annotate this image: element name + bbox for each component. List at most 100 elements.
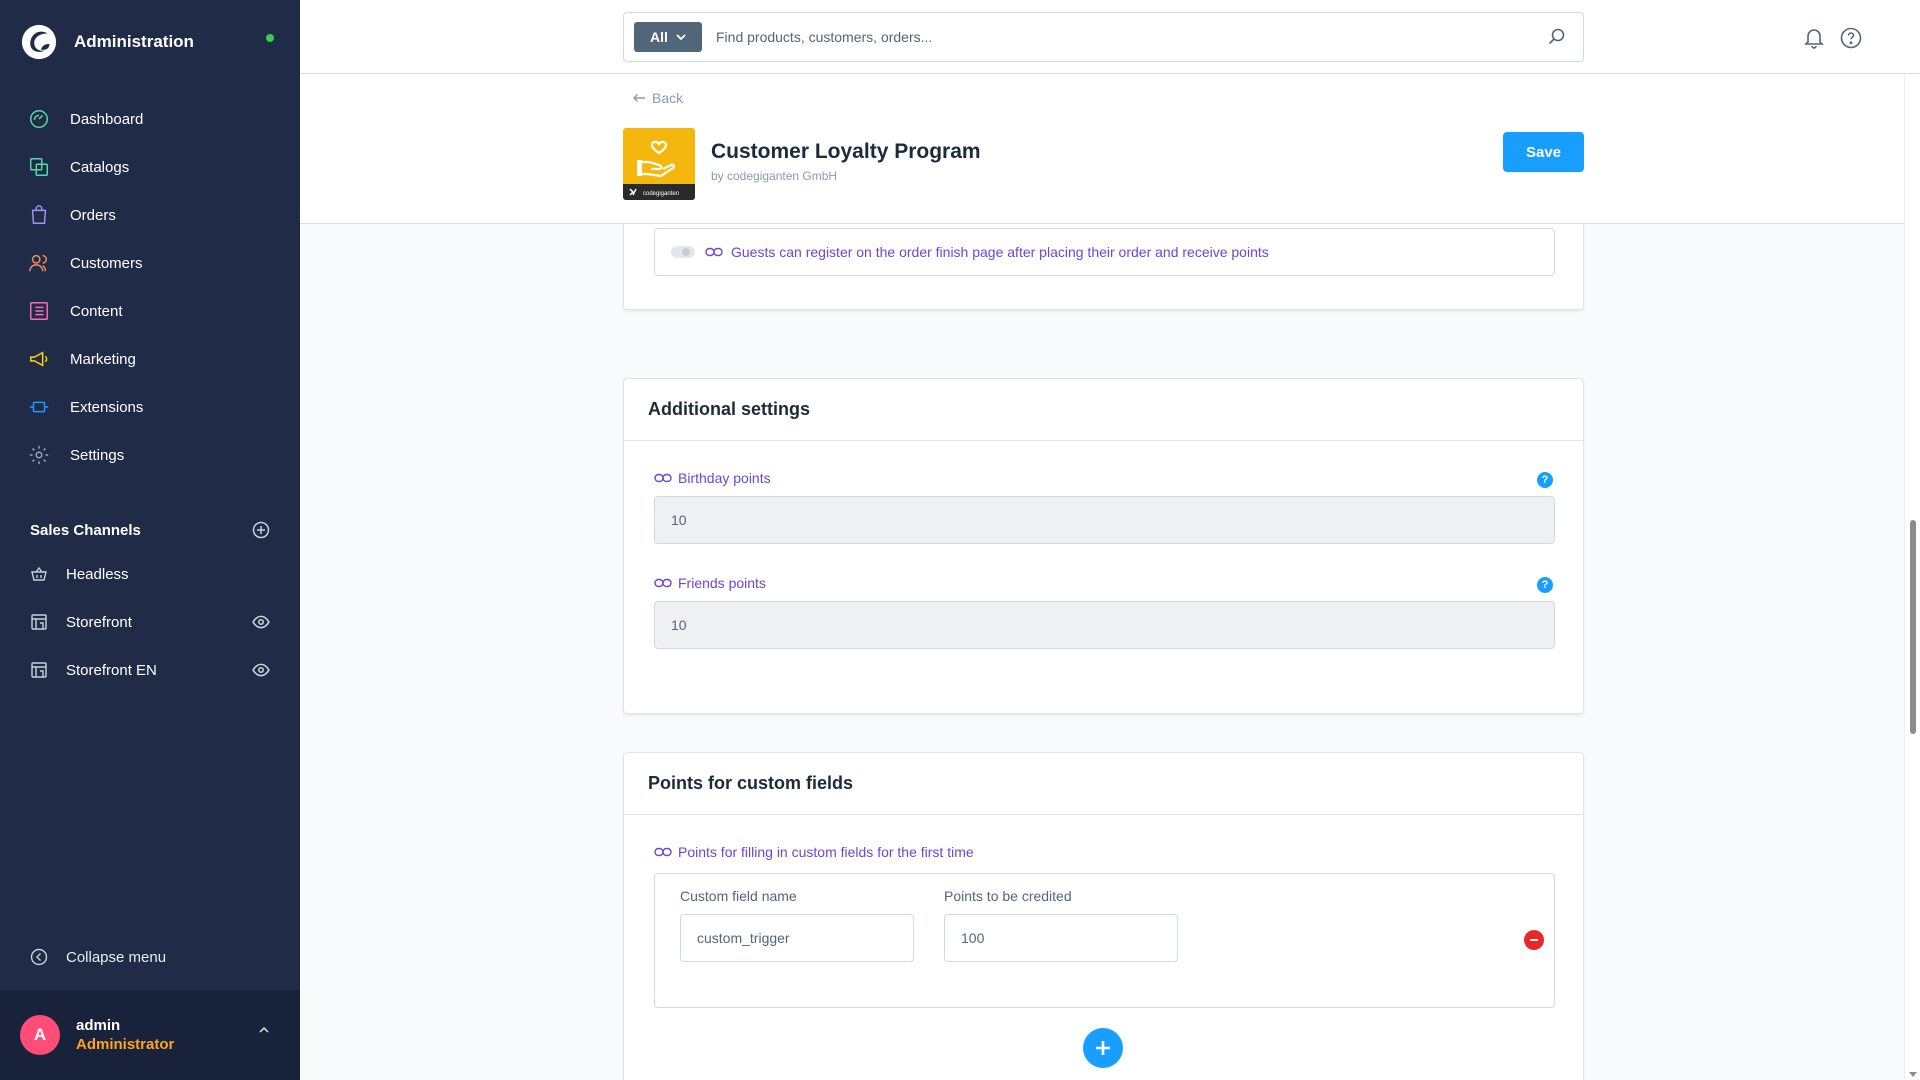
orders-icon [31,205,47,224]
main-nav: Dashboard Catalogs Orders Customers Cont… [0,95,300,479]
remove-row-button[interactable] [1524,930,1544,950]
dashboard-icon [30,110,48,128]
basket-icon [31,566,47,581]
catalog-icon [30,158,48,176]
birthday-points-help-icon[interactable]: ? [1537,472,1553,488]
search-input[interactable] [716,29,1547,45]
custom-fields-title: Points for custom fields [624,753,1583,815]
nav-label: Customers [70,254,143,272]
nav-label: Content [70,302,123,320]
back-link[interactable]: Back [632,90,683,106]
eye-icon[interactable] [252,661,270,679]
points-credited-input[interactable] [944,914,1178,962]
customers-icon [29,254,48,272]
chevron-up-icon[interactable] [258,1026,270,1034]
link-icon [654,578,672,588]
extensions-icon [29,401,49,413]
nav-label: Extensions [70,398,144,416]
help-icon[interactable] [1840,27,1862,49]
scrollbar-thumb[interactable] [1910,520,1916,734]
loyalty-hand-heart-icon: codegiganten [623,128,695,200]
shopware-logo-icon[interactable] [20,23,58,61]
global-search: All [623,12,1584,62]
guest-registration-label: Guests can register on the order finish … [731,244,1269,260]
friends-points-input[interactable] [654,601,1555,649]
guest-registration-label-wrap: Guests can register on the order finish … [705,244,1269,260]
additional-settings-title: Additional settings [624,379,1583,441]
sales-channel-storefront-en[interactable]: Storefront EN [0,646,300,694]
search-type-dropdown[interactable]: All [634,22,702,52]
chevron-left-circle-icon [30,948,48,966]
main-content: Guests can register on the order finish … [300,224,1904,1080]
sales-channel-label: Storefront [66,613,132,631]
guest-registration-setting: Guests can register on the order finish … [654,228,1555,276]
custom-fields-card: Points for custom fields Points for fill… [623,752,1584,1080]
custom-field-name-label: Custom field name [680,888,797,904]
sales-channels-header: Sales Channels [30,516,270,544]
add-row-button[interactable] [1083,1028,1123,1068]
nav-item-content[interactable]: Content [0,287,300,335]
nav-item-settings[interactable]: Settings [0,431,300,479]
search-icon[interactable] [1547,27,1567,47]
nav-item-extensions[interactable]: Extensions [0,383,300,431]
nav-item-catalogs[interactable]: Catalogs [0,143,300,191]
search-type-label: All [650,29,668,45]
sales-channel-headless[interactable]: Headless [0,550,300,598]
user-info: admin Administrator [76,1017,174,1053]
additional-settings-card: Additional settings Birthday points ? Fr… [623,378,1584,714]
nav-label: Settings [70,446,125,464]
points-credited-label: Points to be credited [944,888,1072,904]
online-status-dot [266,34,274,42]
link-icon [654,847,672,857]
marketing-icon [30,351,48,367]
user-menu[interactable]: A admin Administrator [0,990,300,1080]
custom-fields-label-wrap: Points for filling in custom fields for … [654,844,974,860]
minus-icon [1530,939,1538,941]
nav-item-dashboard[interactable]: Dashboard [0,95,300,143]
sales-channel-label: Headless [66,565,129,583]
sales-channel-list: Headless Storefront Storefront EN [0,550,300,694]
sales-channels-title: Sales Channels [30,521,141,539]
sidebar: Administration Dashboard Catalogs Orders… [0,0,300,1080]
sales-channel-storefront[interactable]: Storefront [0,598,300,646]
avatar: A [20,1015,60,1055]
user-name: admin [76,1017,121,1034]
sales-channel-label: Storefront EN [66,661,157,679]
arrow-left-icon [633,94,645,102]
birthday-points-label: Birthday points [678,470,771,486]
nav-item-orders[interactable]: Orders [0,191,300,239]
app-vendor: by codegiganten GmbH [711,169,838,183]
nav-label: Catalogs [70,158,130,176]
friends-points-label: Friends points [678,575,766,591]
custom-field-name-input[interactable] [680,914,914,962]
guest-registration-card: Guests can register on the order finish … [623,224,1584,310]
link-icon [654,473,672,483]
custom-fields-label: Points for filling in custom fields for … [678,844,974,860]
nav-label: Orders [70,206,116,224]
settings-icon [29,445,49,465]
collapse-menu-button[interactable]: Collapse menu [30,944,166,970]
chevron-down-icon [676,33,686,40]
user-role: Administrator [76,1036,175,1053]
friends-points-label-wrap: Friends points [654,575,766,591]
add-sales-channel-icon[interactable] [252,521,270,539]
top-bar: All [300,0,1920,74]
app-logo: codegiganten [623,128,695,200]
birthday-points-label-wrap: Birthday points [654,470,771,486]
save-button[interactable]: Save [1503,132,1584,172]
smart-bar: Back codegiganten Customer Loyalty Progr… [300,74,1904,224]
birthday-points-input[interactable] [654,496,1555,544]
page-title: Customer Loyalty Program [711,140,981,163]
collapse-menu-label: Collapse menu [66,948,167,966]
guest-registration-toggle[interactable] [671,246,695,258]
page-scrollbar[interactable] [1904,74,1920,1080]
nav-item-customers[interactable]: Customers [0,239,300,287]
nav-label: Marketing [70,350,136,368]
friends-points-help-icon[interactable]: ? [1537,577,1553,593]
nav-label: Dashboard [70,110,144,128]
nav-item-marketing[interactable]: Marketing [0,335,300,383]
eye-icon[interactable] [252,613,270,631]
notification-bell-icon[interactable] [1803,26,1825,50]
custom-field-row: Custom field name Points to be credited [654,873,1555,1008]
scroll-down-arrow-icon[interactable] [1909,1070,1917,1078]
